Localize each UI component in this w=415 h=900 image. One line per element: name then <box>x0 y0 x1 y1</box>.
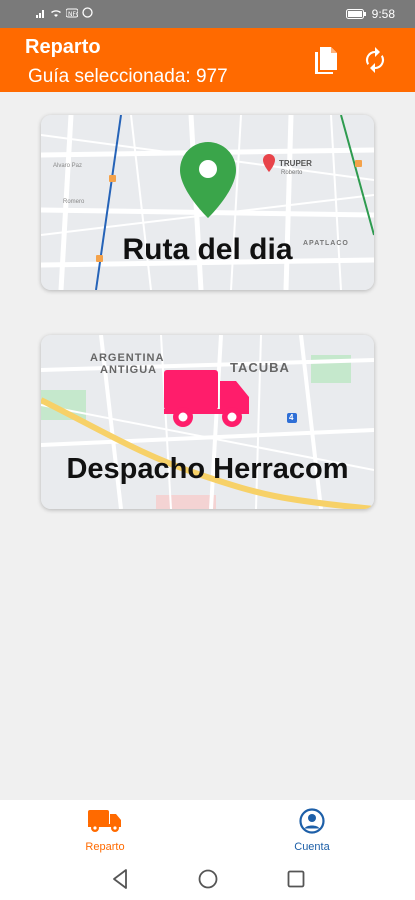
nav-tab-reparto[interactable]: Reparto <box>55 806 155 853</box>
map-label-antigua: ANTIGUA <box>100 364 158 376</box>
sync-button[interactable] <box>359 44 391 76</box>
back-icon[interactable] <box>108 867 132 891</box>
recent-apps-icon[interactable] <box>284 867 308 891</box>
system-navigation-bar <box>0 858 415 900</box>
nfc-icon: NFC <box>66 8 78 18</box>
truck-icon <box>88 810 121 832</box>
nav-label-reparto: Reparto <box>85 841 125 853</box>
sync-icon <box>365 47 385 73</box>
whatsapp-icon <box>82 7 93 18</box>
truck-icon <box>164 370 249 427</box>
app-title: Reparto <box>25 36 101 58</box>
status-time: 9:58 <box>371 7 395 21</box>
map-label-roberto: Roberto <box>281 170 303 176</box>
account-icon <box>299 808 325 834</box>
status-bar: NFC 9:58 <box>0 0 415 28</box>
ruta-del-dia-card[interactable]: TRUPER Roberto Alvaro Paz Romero APATLAC… <box>41 115 374 290</box>
nav-tab-cuenta[interactable]: Cuenta <box>262 806 362 853</box>
status-icons-right: 9:58 <box>345 7 395 21</box>
map-label-argentina: ARGENTINA <box>90 352 165 364</box>
despacho-herracom-card[interactable]: ARGENTINA ANTIGUA TACUBA 4 Despacho Herr… <box>41 335 374 509</box>
location-pin-icon <box>180 142 236 218</box>
map-label-road-number: 4 <box>289 413 294 422</box>
map-label-truper: TRUPER <box>279 159 312 168</box>
home-icon[interactable] <box>196 867 220 891</box>
bottom-navigation: Reparto Cuenta <box>0 800 415 858</box>
app-header: Reparto Guía seleccionada: 977 <box>0 28 415 92</box>
document-button[interactable] <box>310 44 342 76</box>
map-label-romero: Romero <box>63 199 85 205</box>
nav-label-cuenta: Cuenta <box>294 841 330 853</box>
ruta-del-dia-label: Ruta del dia <box>122 233 293 266</box>
map-label-alvaro-paz: Alvaro Paz <box>53 163 83 169</box>
signal-icon <box>36 9 44 18</box>
wifi-icon <box>51 9 61 17</box>
svg-text:NFC: NFC <box>68 11 78 18</box>
document-icon <box>315 47 337 74</box>
despacho-herracom-label: Despacho Herracom <box>66 453 349 485</box>
status-icons-left: NFC <box>36 7 93 18</box>
selected-guide-label: Guía seleccionada: 977 <box>28 66 228 87</box>
battery-icon <box>345 9 366 19</box>
